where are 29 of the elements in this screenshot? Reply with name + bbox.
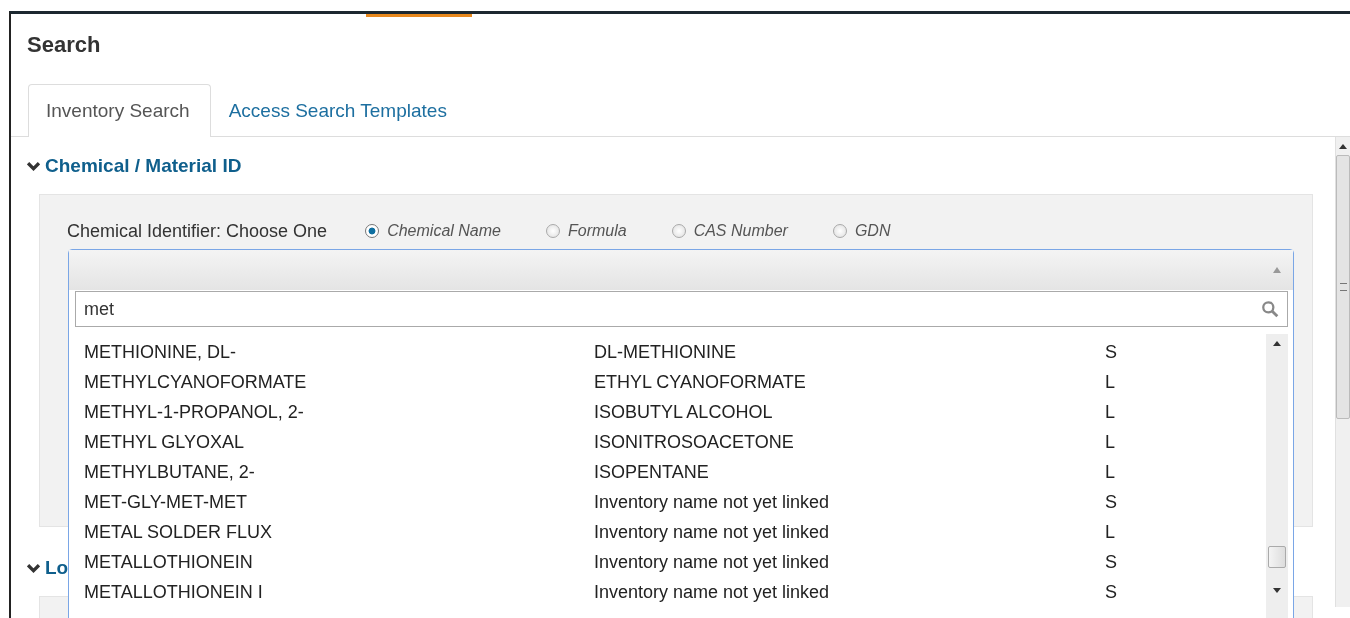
section-title[interactable]: Lo — [45, 556, 69, 580]
list-scrollbar[interactable] — [1266, 334, 1288, 618]
tab[interactable]: Inventory Search — [28, 84, 211, 137]
scroll-up-icon[interactable] — [1339, 143, 1347, 149]
radio-option[interactable]: Formula — [545, 222, 627, 240]
tab[interactable]: Access Search Templates — [210, 84, 468, 137]
chevron-icon[interactable] — [27, 562, 40, 574]
radio-option[interactable]: Chemical Name — [365, 222, 501, 240]
search-field[interactable]: met — [75, 291, 1288, 327]
scroll-thumb[interactable] — [1268, 546, 1286, 568]
scroll-down-icon[interactable] — [1273, 588, 1281, 594]
list-option[interactable]: METHYL-1-PROPANOL, 2- ISOBUTYL ALCOHOL L — [69, 397, 1266, 427]
list-option[interactable]: METHYLCYANOFORMATE ETHYL CYANOFORMATE L — [69, 367, 1266, 397]
scrollbar[interactable] — [1335, 137, 1350, 607]
scroll-up-icon[interactable] — [1273, 340, 1281, 346]
list-option[interactable]: METHYLBUTANE, 2- ISOPENTANE L — [69, 457, 1266, 487]
list-option[interactable]: METHYL GLYOXAL ISONITROSOACETONE L — [69, 427, 1266, 457]
search-icon — [1261, 300, 1279, 318]
field-label: Chemical Identifier: Choose One — [67, 220, 328, 242]
list-option[interactable]: METHIONINE, DL- DL-METHIONINE S — [69, 337, 1266, 367]
list-option[interactable]: MET-GLY-MET-MET Inventory name not yet linked S — [69, 487, 1266, 517]
list-option[interactable]: METALLOTHIONEIN Inventory name not yet linked S — [69, 547, 1266, 577]
list-option[interactable]: METAL SOLDER FLUX Inventory name not yet linked L — [69, 517, 1266, 547]
list-option[interactable]: METALLOTHIONEIN I Inventory name not yet linked S — [69, 577, 1266, 607]
radio-option[interactable]: CAS Number — [671, 222, 788, 240]
radio-option[interactable]: GDN — [832, 222, 891, 240]
chevron-icon[interactable] — [27, 160, 40, 172]
section-title[interactable]: Chemical / Material ID — [45, 154, 242, 178]
page-title: Search — [27, 32, 102, 58]
